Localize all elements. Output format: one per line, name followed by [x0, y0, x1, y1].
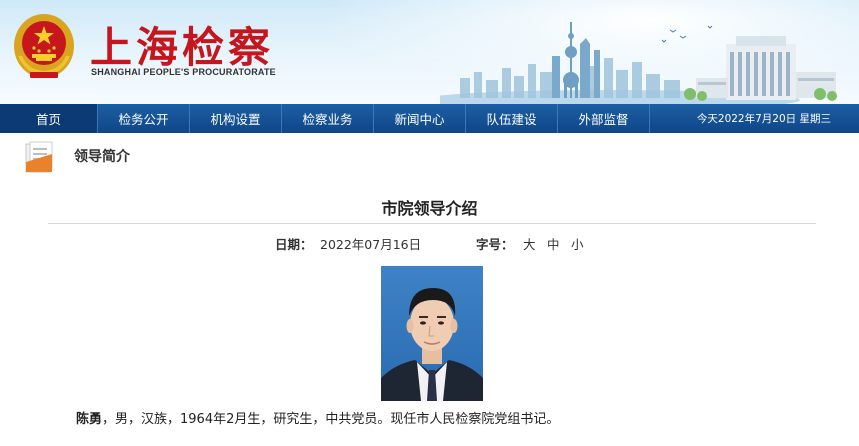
site-banner: 上海检察 SHANGHAI PEOPLE'S PROCURATORATE: [0, 0, 859, 104]
city-skyline-illustration: [440, 22, 837, 104]
font-size-label: 字号：: [476, 237, 514, 252]
article-title: 市院领导介绍: [381, 199, 478, 218]
nav-item-procuratorial-business[interactable]: 检察业务: [282, 104, 374, 133]
nav-item-team-building[interactable]: 队伍建设: [466, 104, 558, 133]
font-size-medium-link[interactable]: 中: [547, 234, 560, 253]
nav-item-prosecution-disclosure[interactable]: 检务公开: [98, 104, 190, 133]
leader-bio: 陈勇，男，汉族，1964年2月生，研究生，中共党员。现任市人民检察院党组书记。: [76, 408, 559, 427]
main-nav: 首页 检务公开 机构设置 检察业务 新闻中心 队伍建设 外部监督 今天2022年…: [0, 104, 859, 133]
nav-item-news-center[interactable]: 新闻中心: [374, 104, 466, 133]
site-title: 上海检察: [90, 23, 275, 72]
publish-date: 2022年07月16日: [320, 237, 422, 252]
nav-item-organization[interactable]: 机构设置: [190, 104, 282, 133]
leader-name: 陈勇: [76, 412, 103, 427]
date-label: 日期：: [275, 237, 313, 252]
leader-bio-text: ，男，汉族，1964年2月生，研究生，中共党员。现任市人民检察院党组书记。: [102, 412, 560, 427]
title-divider: [48, 223, 816, 224]
section-title: 领导简介: [74, 149, 130, 165]
font-size-small-link[interactable]: 小: [571, 234, 584, 253]
nav-item-external-supervision[interactable]: 外部监督: [558, 104, 650, 133]
document-icon: [25, 141, 53, 173]
site-subtitle: SHANGHAI PEOPLE'S PROCURATORATE: [91, 67, 276, 77]
font-size-large-link[interactable]: 大: [523, 234, 536, 253]
section-header: 领导简介: [24, 140, 824, 176]
nav-item-home[interactable]: 首页: [0, 104, 98, 133]
leader-portrait: [381, 266, 483, 401]
national-emblem-icon: [14, 14, 74, 78]
current-date: 今天2022年7月20日 星期三: [696, 113, 831, 125]
